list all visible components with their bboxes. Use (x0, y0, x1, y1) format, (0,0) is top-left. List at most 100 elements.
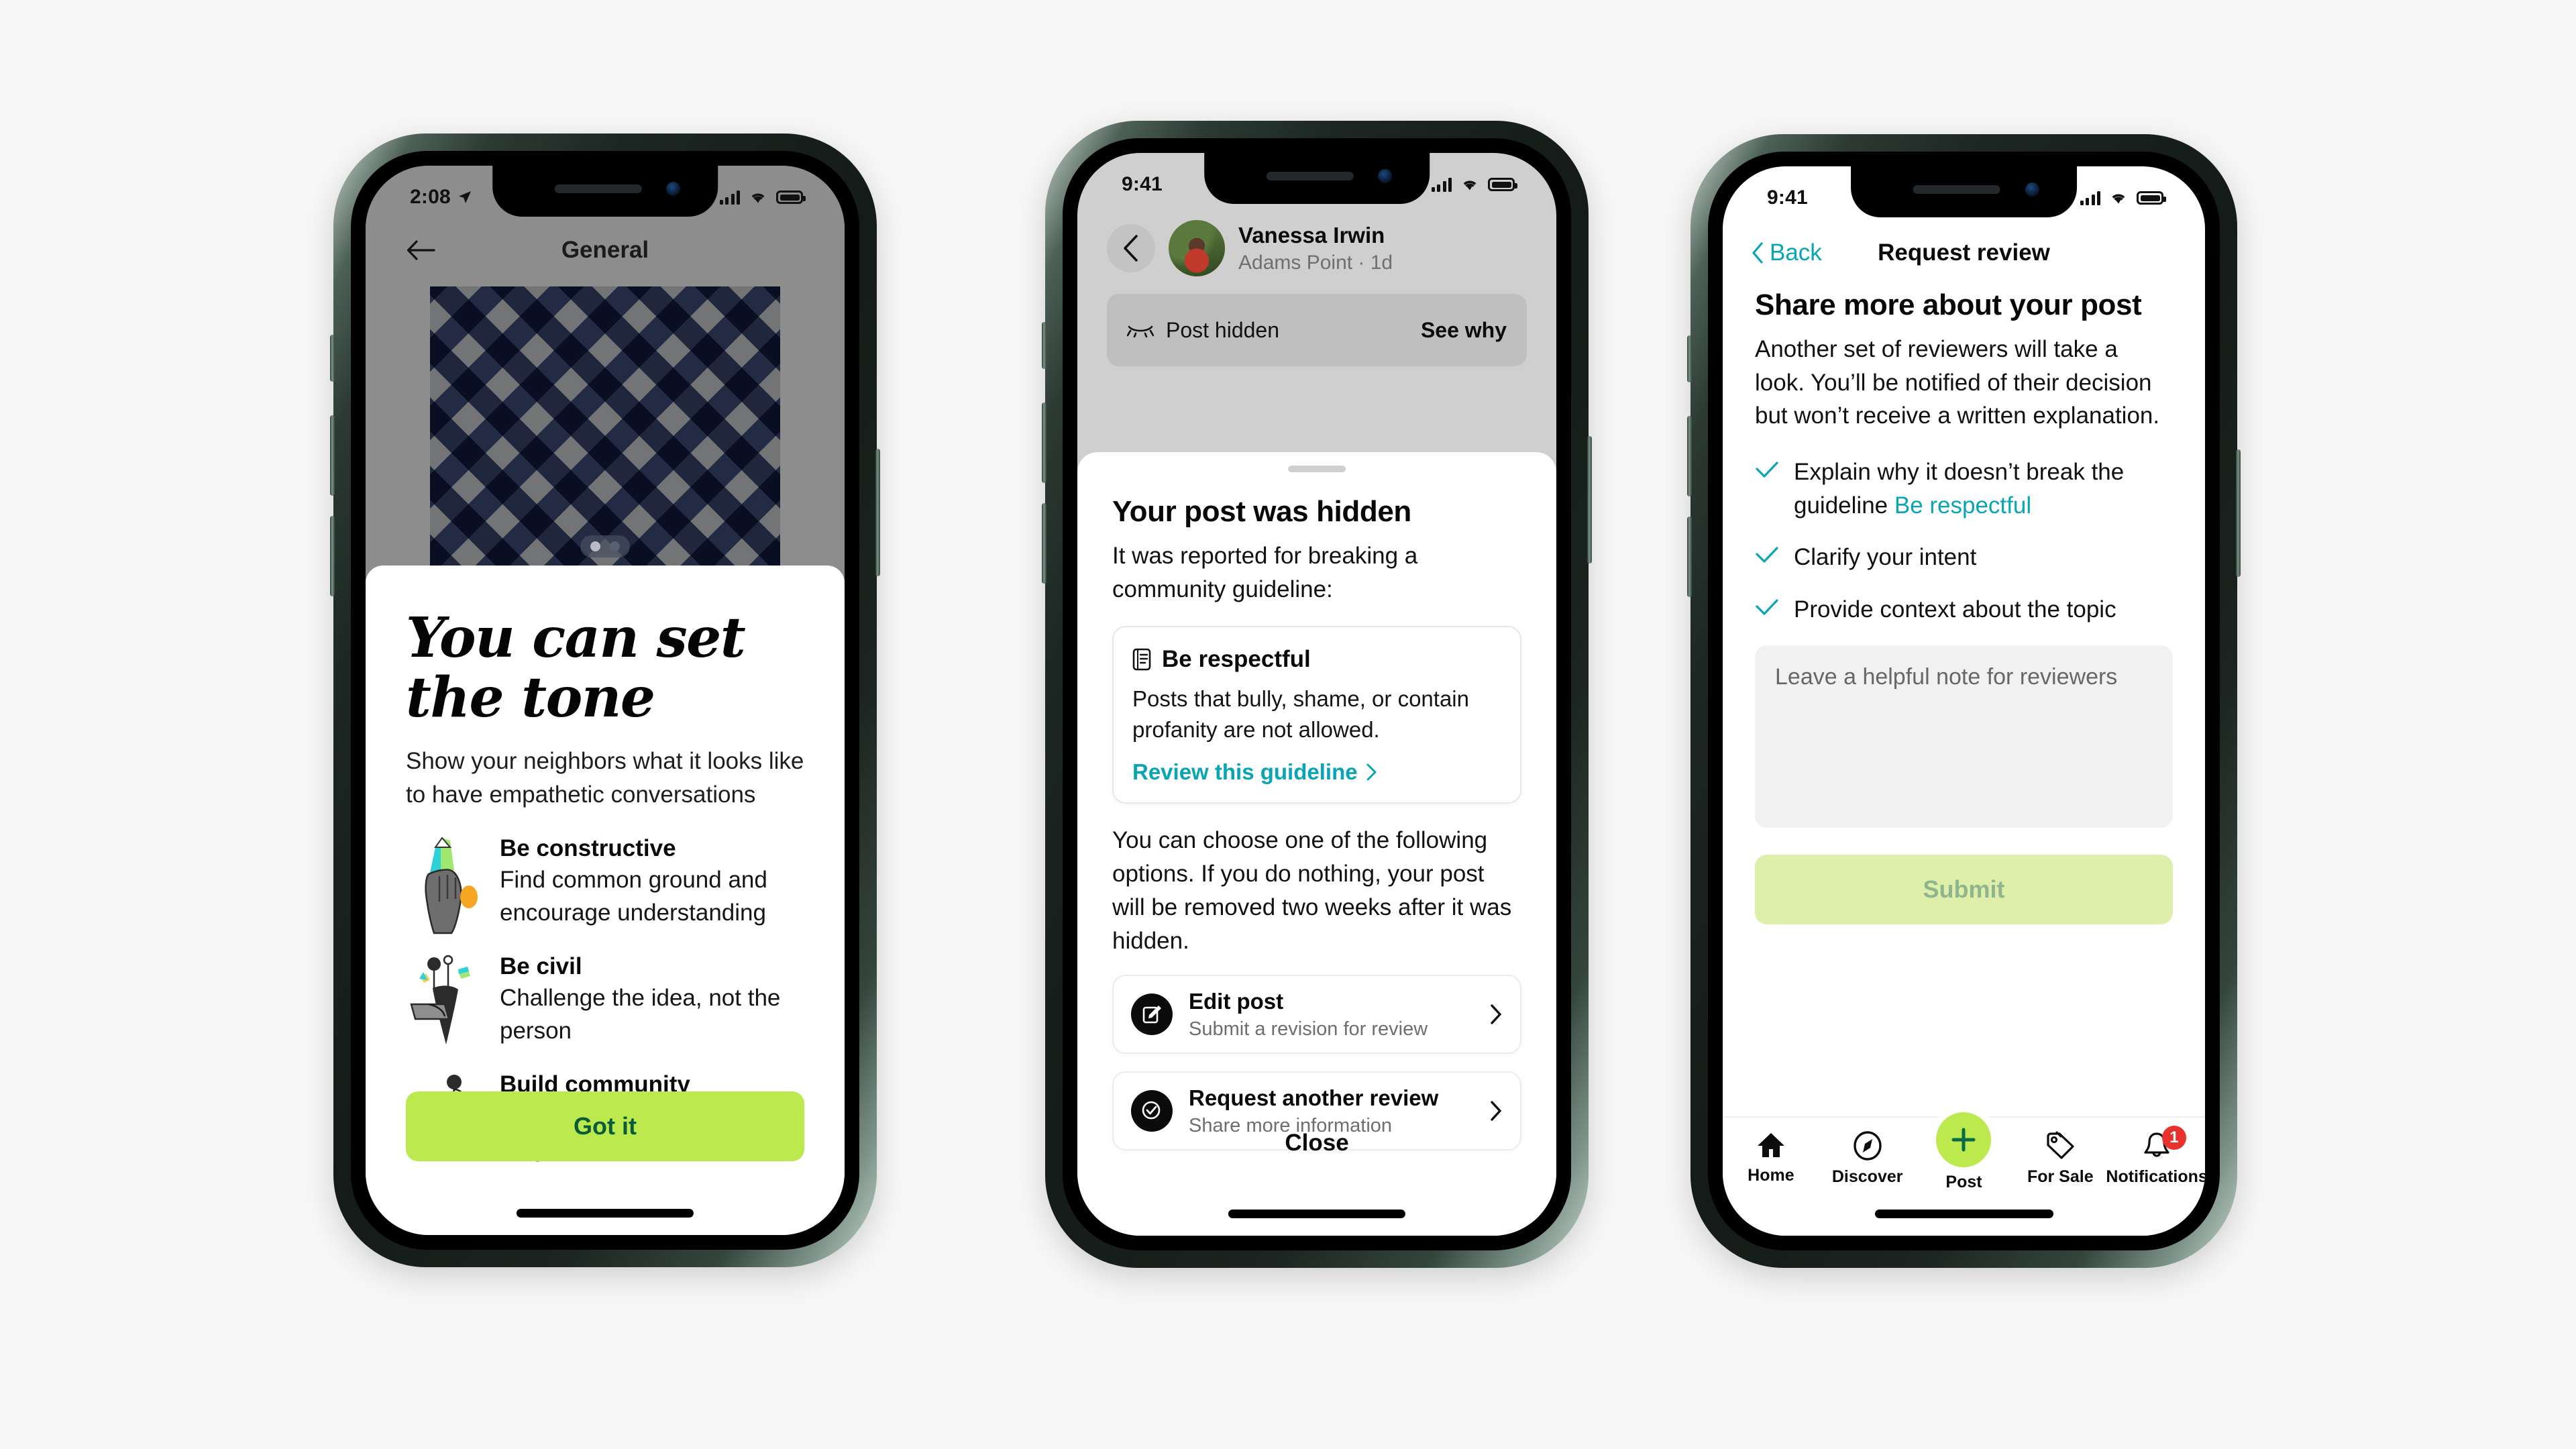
tip-text: Explain why it doesn’t break the guideli… (1794, 455, 2173, 522)
mute-switch[interactable] (1042, 322, 1046, 369)
got-it-button[interactable]: Got it (406, 1091, 804, 1161)
sheet-paragraph: It was reported for breaking a community… (1112, 543, 1418, 602)
compass-icon (1853, 1131, 1882, 1161)
volume-up-button[interactable] (330, 415, 335, 496)
back-label: Back (1770, 239, 1822, 266)
post-hidden-label-group: Post hidden (1127, 318, 1279, 343)
tab-notifications[interactable]: 1 Notifications (2106, 1126, 2205, 1187)
chevron-right-icon (1491, 1101, 1501, 1121)
tips-checklist: Explain why it doesn’t break the guideli… (1755, 455, 2173, 627)
battery-full-icon (776, 191, 806, 204)
plus-icon[interactable] (1936, 1112, 1992, 1167)
see-why-button[interactable]: See why (1421, 318, 1507, 343)
hand-holding-bouquet-illustration (406, 952, 485, 1053)
list-item: Provide context about the topic (1755, 593, 2173, 627)
arrow-left-icon (407, 240, 435, 260)
section-paragraph: Another set of reviewers will take a loo… (1755, 336, 2160, 429)
location-arrow-icon (458, 191, 471, 203)
post-author-row: Vanessa Irwin Adams Point · 1d (1107, 220, 1527, 276)
tab-label: Discover (1831, 1167, 1903, 1186)
post-photo[interactable] (430, 286, 780, 568)
option-title: Request another review (1189, 1085, 1439, 1111)
phone-1-nav-bar: General (366, 217, 845, 284)
home-indicator[interactable] (516, 1209, 694, 1218)
volume-up-button[interactable] (1042, 402, 1046, 483)
carousel-dot-active[interactable] (590, 541, 600, 551)
chevron-left-icon (1752, 242, 1763, 264)
tip-text-link[interactable]: Be respectful (1894, 492, 2031, 519)
tab-label: Home (1748, 1166, 1794, 1185)
power-button[interactable] (1587, 436, 1592, 564)
home-indicator[interactable] (1874, 1210, 2053, 1218)
tab-label: Notifications (2106, 1167, 2205, 1186)
sheet-subtitle: Show your neighbors what it looks like t… (406, 748, 804, 808)
submit-button[interactable]: Submit (1755, 854, 2173, 924)
sheet-heading: Your post was hidden (1112, 495, 1411, 528)
hand-holding-pencil-illustration (406, 834, 485, 934)
guideline-card: Be respectful Posts that bully, shame, o… (1112, 626, 1521, 804)
status-time: 2:08 (410, 186, 451, 208)
request-review-body: Share more about your post Another set o… (1723, 288, 2205, 1236)
edit-pencil-icon (1131, 994, 1173, 1036)
carousel-dot[interactable] (610, 541, 620, 551)
tab-for-sale[interactable]: For Sale (2012, 1131, 2108, 1187)
tab-discover[interactable]: Discover (1819, 1131, 1916, 1187)
list-item: Clarify your intent (1755, 541, 2173, 574)
mute-switch[interactable] (1687, 335, 1692, 382)
volume-down-button[interactable] (1687, 517, 1692, 597)
check-circle-icon (1131, 1090, 1173, 1132)
power-button[interactable] (875, 449, 880, 576)
earpiece-speaker (554, 184, 642, 193)
phone-3-frame: 9:41 Back Request review Share more abou… (1687, 134, 2241, 1268)
phone-1-bezel: 2:08 General You can set the tone Show y… (351, 151, 859, 1250)
drag-handle[interactable] (1288, 466, 1346, 472)
list-item-desc: Challenge the idea, not the person (500, 985, 781, 1044)
home-indicator[interactable] (1228, 1210, 1406, 1218)
back-button[interactable]: Back (1751, 239, 1822, 266)
author-meta: Adams Point · 1d (1238, 251, 1393, 274)
tab-label: Post (1945, 1173, 1982, 1191)
status-time: 9:41 (1767, 186, 1808, 209)
option-subtitle: Submit a revision for review (1189, 1018, 1428, 1040)
front-camera (1377, 169, 1392, 183)
notch (1850, 166, 2078, 217)
list-item: Be civil Challenge the idea, not the per… (406, 952, 804, 1053)
list-item: Explain why it doesn’t break the guideli… (1755, 455, 2173, 522)
chevron-right-icon (1491, 1004, 1501, 1024)
volume-up-button[interactable] (1687, 416, 1692, 496)
set-the-tone-sheet: You can set the tone Show your neighbors… (366, 566, 845, 1235)
review-guideline-label: Review this guideline (1132, 759, 1358, 785)
mute-switch[interactable] (330, 335, 335, 382)
cellular-bars-icon (1431, 177, 1452, 192)
sheet-heading-line-1: You can set (406, 606, 746, 670)
option-title: Edit post (1189, 989, 1284, 1014)
power-button[interactable] (2236, 449, 2241, 577)
review-guideline-link[interactable]: Review this guideline (1132, 759, 1501, 785)
notification-badge: 1 (2161, 1126, 2186, 1150)
earpiece-speaker (1913, 185, 2001, 194)
back-button[interactable] (1107, 224, 1155, 272)
check-icon (1755, 541, 1779, 567)
avatar[interactable] (1169, 220, 1225, 276)
volume-down-button[interactable] (1042, 503, 1046, 584)
back-button[interactable] (403, 233, 438, 268)
eye-closed-icon (1127, 325, 1154, 337)
close-button[interactable]: Close (1077, 1130, 1556, 1157)
list-item-title: Be constructive (500, 835, 676, 862)
guideline-title: Be respectful (1162, 646, 1311, 673)
volume-down-button[interactable] (330, 516, 335, 596)
battery-full-icon (1488, 178, 1517, 191)
phone-3-screen: 9:41 Back Request review Share more abou… (1723, 166, 2205, 1236)
earpiece-speaker (1266, 172, 1354, 180)
post-hidden-banner: Post hidden See why (1107, 294, 1527, 366)
sheet-note: You can choose one of the following opti… (1112, 827, 1512, 954)
option-edit-post[interactable]: Edit post Submit a revision for review (1112, 975, 1521, 1055)
reviewer-note-input[interactable]: Leave a helpful note for reviewers (1755, 645, 2173, 828)
carousel-dots[interactable] (580, 535, 630, 557)
guideline-desc: Posts that bully, shame, or contain prof… (1132, 686, 1469, 742)
front-camera (665, 182, 680, 196)
tab-home[interactable]: Home (1723, 1131, 1819, 1185)
tab-post[interactable]: Post (1916, 1112, 2012, 1192)
list-item: Be constructive Find common ground and e… (406, 834, 804, 934)
cellular-bars-icon (2080, 191, 2100, 205)
